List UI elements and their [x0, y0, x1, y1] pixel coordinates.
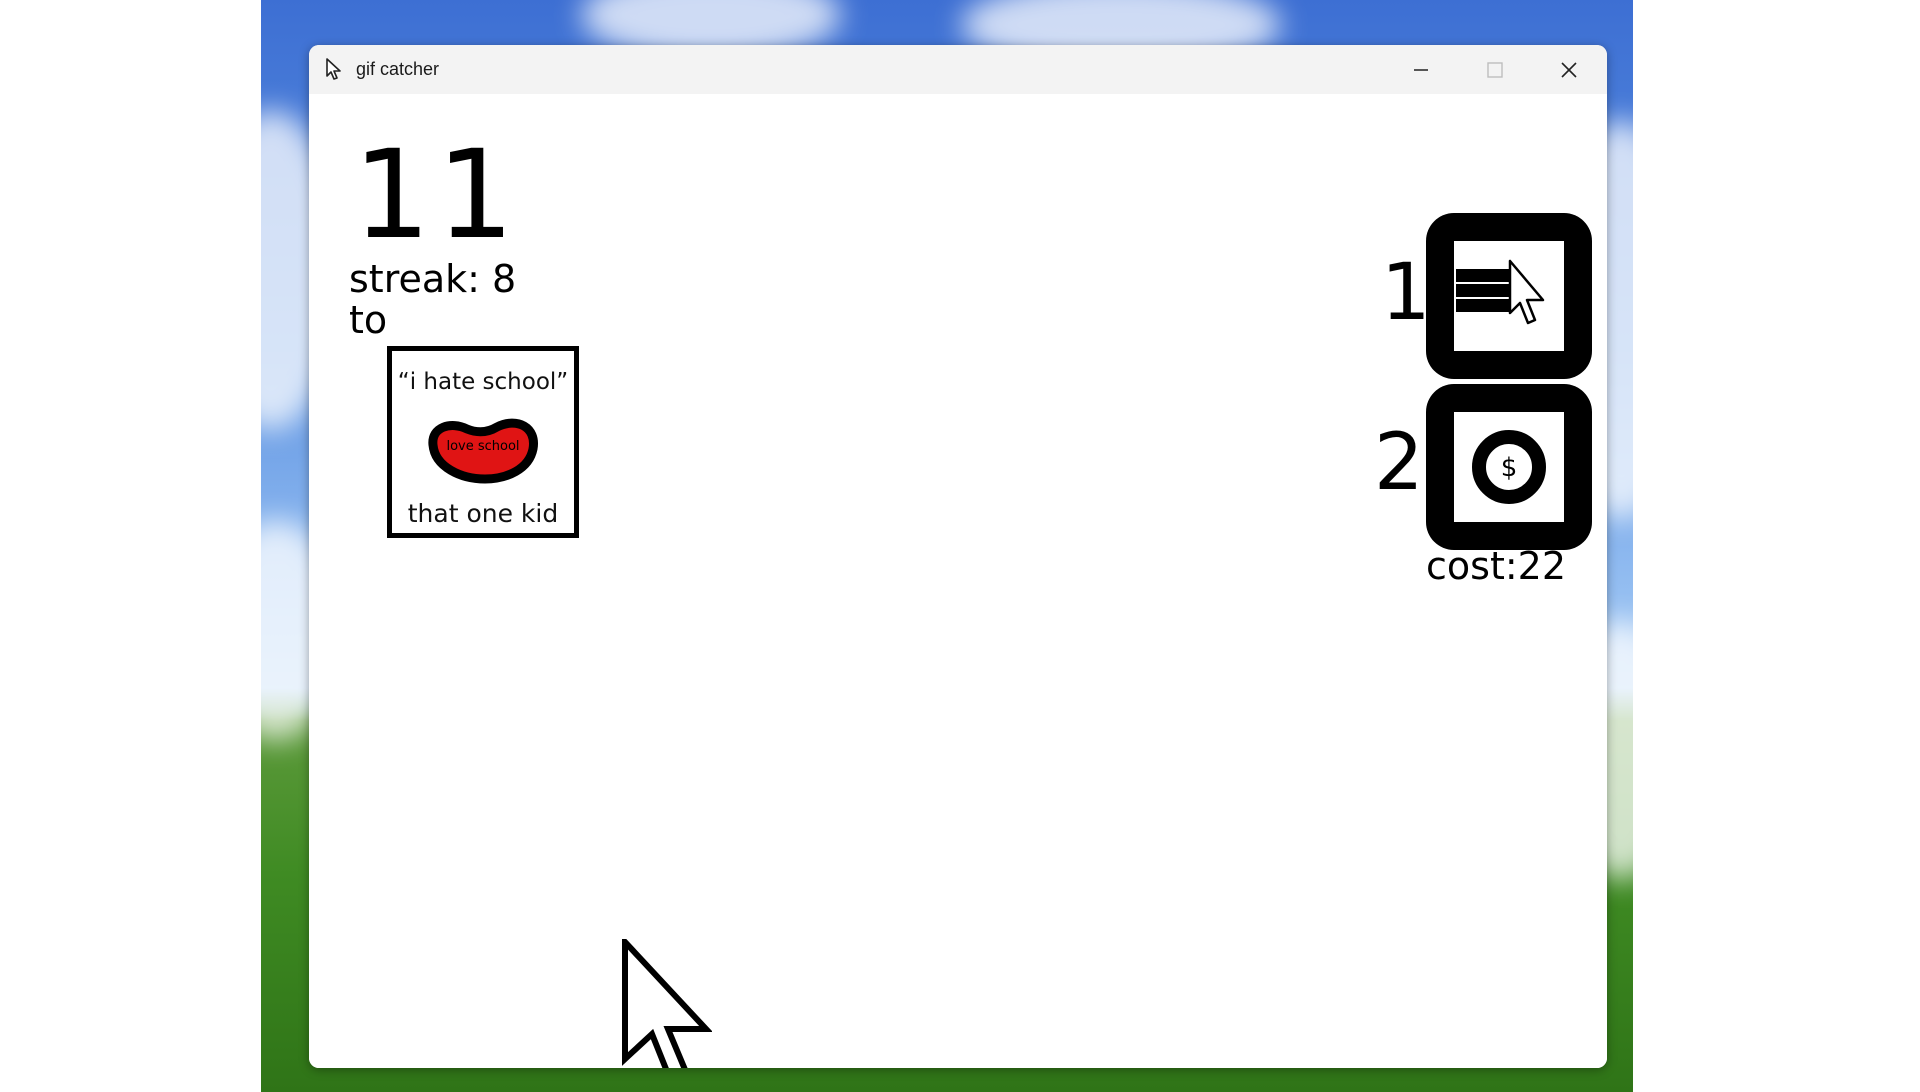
heart-text: love school — [446, 439, 520, 454]
maximize-button[interactable] — [1459, 45, 1531, 94]
partially-hidden-label: to — [349, 298, 388, 342]
shop-slot-2[interactable]: $ — [1426, 384, 1592, 550]
svg-text:$: $ — [1501, 453, 1518, 483]
shop-slot-1-face — [1454, 241, 1564, 351]
card-quote: “i hate school” — [397, 369, 569, 395]
shop-slot-1-number: 1 — [1381, 248, 1431, 338]
minimize-button[interactable] — [1385, 45, 1457, 94]
maximize-icon — [1487, 61, 1503, 78]
title-bar[interactable]: gif catcher — [309, 45, 1607, 94]
streak-label: streak: 8 — [349, 257, 517, 301]
window-title: gif catcher — [356, 59, 440, 79]
close-icon — [1561, 61, 1577, 78]
close-button[interactable] — [1533, 45, 1605, 94]
card-caption: that one kid — [407, 499, 559, 528]
upgrade-cost: cost:22 — [1426, 544, 1566, 588]
gif-card[interactable]: “i hate school” love school that one kid — [387, 346, 579, 538]
shop-slot-2-number: 2 — [1374, 418, 1424, 508]
list-cursor-icon — [1456, 259, 1545, 325]
large-cursor-icon — [622, 939, 712, 1068]
dollar-coin-icon: $ — [1472, 430, 1546, 504]
app-cursor-icon — [326, 58, 341, 80]
minimize-icon — [1414, 68, 1428, 71]
score-counter: 11 — [353, 124, 521, 266]
shop-slot-1[interactable] — [1426, 213, 1592, 379]
app-window: gif catcher 11 streak: 8 to “i hate scho… — [309, 45, 1607, 1068]
shop-slot-2-face: $ — [1454, 412, 1564, 522]
game-canvas[interactable]: 11 streak: 8 to “i hate school” love sch… — [309, 94, 1607, 1068]
